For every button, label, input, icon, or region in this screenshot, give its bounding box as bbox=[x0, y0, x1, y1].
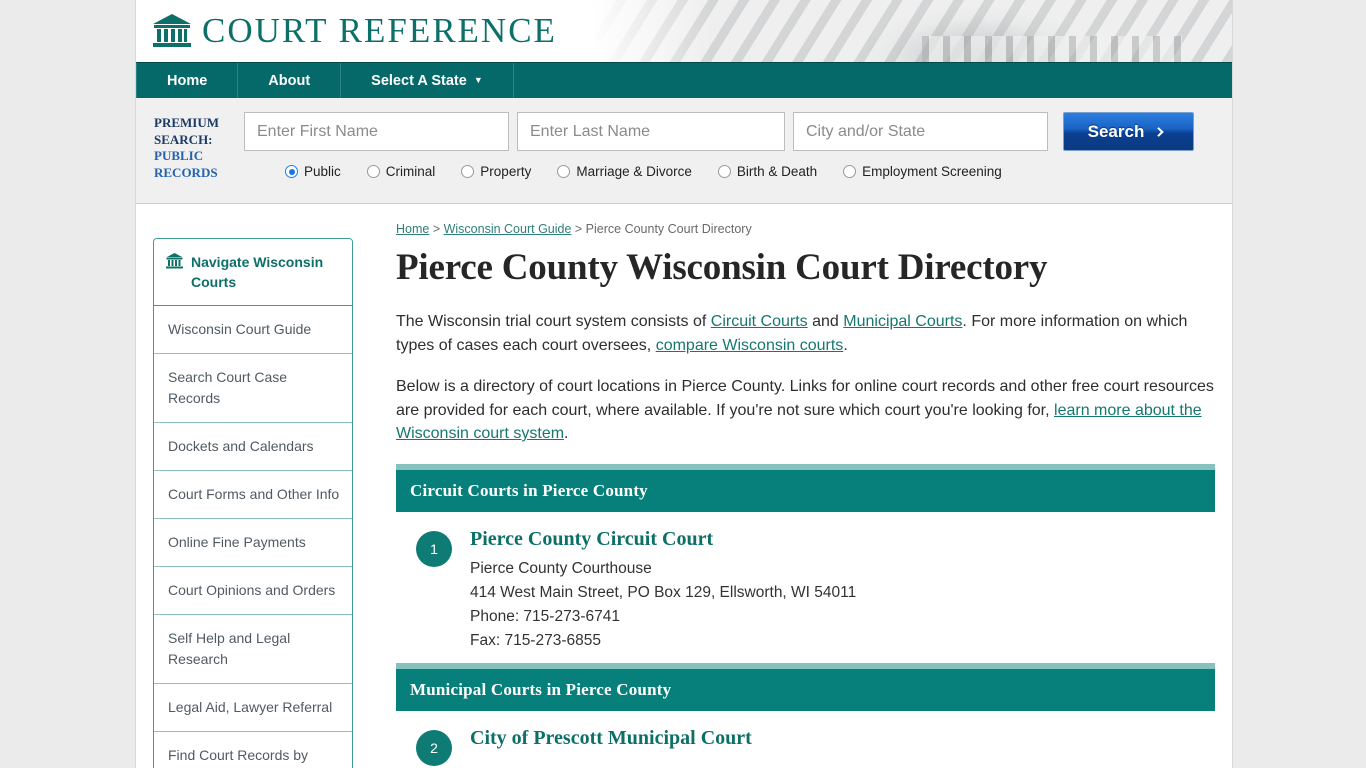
court-address-line-1: Pierce County Courthouse bbox=[470, 559, 652, 577]
radio-property[interactable]: Property bbox=[461, 164, 531, 179]
search-button[interactable]: Search bbox=[1063, 112, 1194, 151]
radio-employment-screening-label: Employment Screening bbox=[862, 164, 1002, 179]
section-municipal-courts: Municipal Courts in Pierce County 2 City… bbox=[396, 662, 1215, 768]
courthouse-icon bbox=[152, 13, 192, 49]
link-circuit-courts[interactable]: Circuit Courts bbox=[711, 313, 808, 330]
nav-item-home[interactable]: Home bbox=[136, 63, 239, 98]
sidebar-item-self-help-and-legal-research[interactable]: Self Help and Legal Research bbox=[154, 615, 352, 684]
sidebar-item-dockets-and-calendars[interactable]: Dockets and Calendars bbox=[154, 423, 352, 471]
sidebar-item-legal-aid-lawyer-referral[interactable]: Legal Aid, Lawyer Referral bbox=[154, 684, 352, 732]
sidebar-header: Navigate Wisconsin Courts bbox=[154, 239, 352, 306]
radio-public-label: Public bbox=[304, 164, 341, 179]
link-municipal-courts[interactable]: Municipal Courts bbox=[843, 313, 962, 330]
radio-birth-death-label: Birth & Death bbox=[736, 164, 818, 179]
radio-birth-death[interactable]: Birth & Death bbox=[717, 164, 818, 179]
intro-p2-text-2: . bbox=[564, 425, 569, 442]
premium-search-label: PREMIUM SEARCH: PUBLIC RECORDS bbox=[154, 112, 240, 203]
chevron-right-icon bbox=[1153, 124, 1169, 140]
record-type-radio-group: Public Criminal Property Marriage & Divo… bbox=[244, 164, 1216, 179]
court-number-badge-2: 2 bbox=[416, 729, 452, 766]
radio-public[interactable]: Public bbox=[285, 164, 341, 179]
breadcrumb-current: Pierce County Court Directory bbox=[585, 222, 752, 236]
chevron-down-icon: ▼ bbox=[473, 74, 483, 85]
radio-criminal[interactable]: Criminal bbox=[366, 164, 436, 179]
radio-criminal-label: Criminal bbox=[385, 164, 436, 179]
court-name-link-2[interactable]: City of Prescott Municipal Court bbox=[470, 727, 1215, 750]
sidebar-item-online-fine-payments[interactable]: Online Fine Payments bbox=[154, 519, 352, 567]
premium-label-line4[interactable]: RECORDS bbox=[154, 165, 240, 182]
sidebar-item-find-court-records-by-county[interactable]: Find Court Records by Wisconsin County bbox=[154, 732, 352, 768]
sidebar-item-search-court-case-records[interactable]: Search Court Case Records bbox=[154, 354, 352, 423]
last-name-input[interactable] bbox=[517, 112, 785, 151]
section-heading-circuit-courts: Circuit Courts in Pierce County bbox=[396, 469, 1215, 512]
intro-p1-text-1: The Wisconsin trial court system consist… bbox=[396, 313, 711, 330]
page-content: Navigate Wisconsin Courts Wisconsin Cour… bbox=[136, 204, 1232, 768]
radio-public-dot bbox=[285, 165, 298, 178]
radio-employment-screening[interactable]: Employment Screening bbox=[843, 164, 1002, 179]
radio-employment-screening-dot bbox=[843, 165, 857, 178]
breadcrumb-home[interactable]: Home bbox=[396, 222, 429, 236]
nav-item-select-a-state-label: Select A State bbox=[371, 72, 467, 89]
court-fax: Fax: 715-273-6855 bbox=[470, 631, 601, 649]
premium-search-band: PREMIUM SEARCH: PUBLIC RECORDS Search bbox=[136, 98, 1232, 204]
radio-property-dot bbox=[461, 165, 475, 178]
intro-paragraph-2: Below is a directory of court locations … bbox=[396, 375, 1215, 446]
court-number-badge-1: 1 bbox=[416, 530, 452, 567]
court-name-link-1[interactable]: Pierce County Circuit Court bbox=[470, 528, 1215, 551]
site-masthead: COURT REFERENCE bbox=[136, 0, 1232, 62]
link-compare-wisconsin-courts[interactable]: compare Wisconsin courts bbox=[656, 337, 844, 354]
radio-birth-death-dot bbox=[717, 165, 731, 178]
intro-paragraph-1: The Wisconsin trial court system consist… bbox=[396, 310, 1215, 357]
nav-item-about-label: About bbox=[268, 72, 311, 89]
breadcrumb-sep-1: > bbox=[429, 222, 444, 236]
sidebar-title: Navigate Wisconsin Courts bbox=[191, 254, 324, 290]
radio-marriage-divorce-label: Marriage & Divorce bbox=[576, 164, 692, 179]
court-listing-1: 1 Pierce County Circuit Court Pierce Cou… bbox=[396, 512, 1215, 663]
search-button-label: Search bbox=[1087, 121, 1145, 141]
section-circuit-courts: Circuit Courts in Pierce County 1 Pierce… bbox=[396, 463, 1215, 663]
main-column: Home > Wisconsin Court Guide > Pierce Co… bbox=[353, 220, 1232, 768]
radio-property-label: Property bbox=[480, 164, 532, 179]
sidebar-item-court-opinions-and-orders[interactable]: Court Opinions and Orders bbox=[154, 567, 352, 615]
sidebar-navigation: Navigate Wisconsin Courts Wisconsin Cour… bbox=[153, 238, 353, 768]
first-name-input[interactable] bbox=[244, 112, 509, 151]
breadcrumb-sep-2: > bbox=[571, 222, 586, 236]
premium-label-line2: SEARCH: bbox=[154, 131, 213, 147]
breadcrumb-wisconsin-court-guide[interactable]: Wisconsin Court Guide bbox=[444, 222, 572, 236]
section-heading-municipal-courts: Municipal Courts in Pierce County bbox=[396, 668, 1215, 711]
nav-item-select-a-state[interactable]: Select A State ▼ bbox=[341, 63, 514, 98]
radio-marriage-divorce-dot bbox=[557, 165, 571, 178]
intro-p1-text-4: . bbox=[843, 336, 848, 354]
page-container: COURT REFERENCE Home About Select A Stat… bbox=[136, 0, 1232, 768]
premium-label-line3[interactable]: PUBLIC bbox=[154, 148, 240, 165]
nav-item-about[interactable]: About bbox=[238, 63, 342, 98]
court-phone: Phone: 715-273-6741 bbox=[470, 607, 620, 625]
premium-label-line1: PREMIUM bbox=[154, 115, 219, 130]
site-brand-title: COURT REFERENCE bbox=[202, 11, 557, 50]
court-listing-2: 2 City of Prescott Municipal Court bbox=[396, 711, 1215, 768]
radio-marriage-divorce[interactable]: Marriage & Divorce bbox=[557, 164, 692, 179]
sidebar-item-court-forms-and-other-info[interactable]: Court Forms and Other Info bbox=[154, 471, 352, 519]
main-navigation: Home About Select A State ▼ bbox=[136, 62, 1232, 98]
page-title: Pierce County Wisconsin Court Directory bbox=[396, 247, 1048, 288]
courthouse-icon bbox=[166, 253, 183, 274]
radio-criminal-dot bbox=[366, 165, 380, 178]
breadcrumb: Home > Wisconsin Court Guide > Pierce Co… bbox=[396, 222, 1215, 236]
intro-p1-text-2: and bbox=[807, 313, 844, 330]
nav-item-home-label: Home bbox=[167, 72, 208, 89]
court-address-line-2: 414 West Main Street, PO Box 129, Ellswo… bbox=[470, 583, 857, 601]
sidebar-item-wisconsin-court-guide[interactable]: Wisconsin Court Guide bbox=[154, 306, 352, 354]
city-state-input[interactable] bbox=[793, 112, 1048, 151]
